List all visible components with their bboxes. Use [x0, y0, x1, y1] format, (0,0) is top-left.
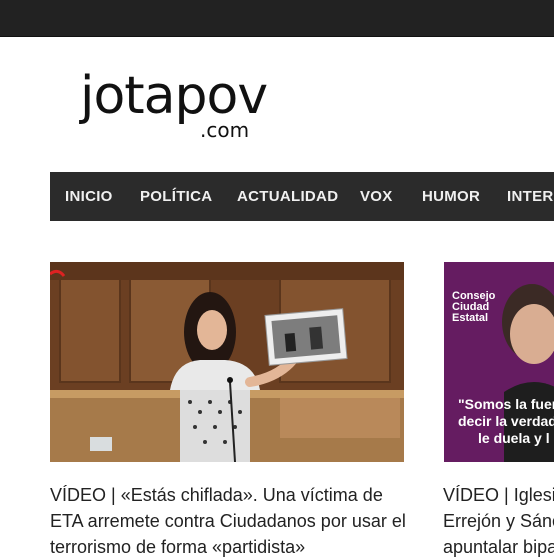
headline-line: Errejón y Sánc [443, 511, 554, 531]
nav-item-inicio[interactable]: INICIO [65, 172, 113, 221]
nav-item-actualidad[interactable]: ACTUALIDAD [237, 172, 338, 221]
headline-line: VÍDEO | Iglesia [443, 485, 554, 505]
parliament-speaker-photo-icon [50, 262, 404, 462]
article-headline-2[interactable]: VÍDEO | Iglesia Errejón y Sánc apuntalar… [443, 482, 554, 560]
nav-item-politica[interactable]: POLÍTICA [140, 172, 212, 221]
article-image-2[interactable]: Consejo Ciudad Estatal "Somos la fuer de… [444, 262, 554, 462]
nav-item-internacional[interactable]: INTERN [507, 172, 554, 221]
top-bar [0, 0, 554, 37]
nav-item-humor[interactable]: HUMOR [422, 172, 480, 221]
article-image-1[interactable] [50, 262, 404, 462]
quote-line-2: decir la verdad [458, 413, 554, 429]
article-headline-1[interactable]: VÍDEO | «Estás chiflada». Una víctima de… [50, 482, 410, 560]
quote-line-3: le duela y l [478, 430, 550, 446]
nav-item-vox[interactable]: VOX [360, 172, 393, 221]
main-navigation: INICIO POLÍTICA ACTUALIDAD VOX HUMOR INT… [50, 172, 554, 221]
site-logo[interactable]: jotapov .com [80, 66, 280, 152]
logo-text: jotapov [80, 66, 268, 126]
headline-line: apuntalar bipa [443, 537, 554, 557]
quote-line-1: "Somos la fuer [458, 396, 554, 412]
badge-line-3: Estatal [452, 312, 489, 324]
logo-suffix: .com [200, 118, 250, 142]
